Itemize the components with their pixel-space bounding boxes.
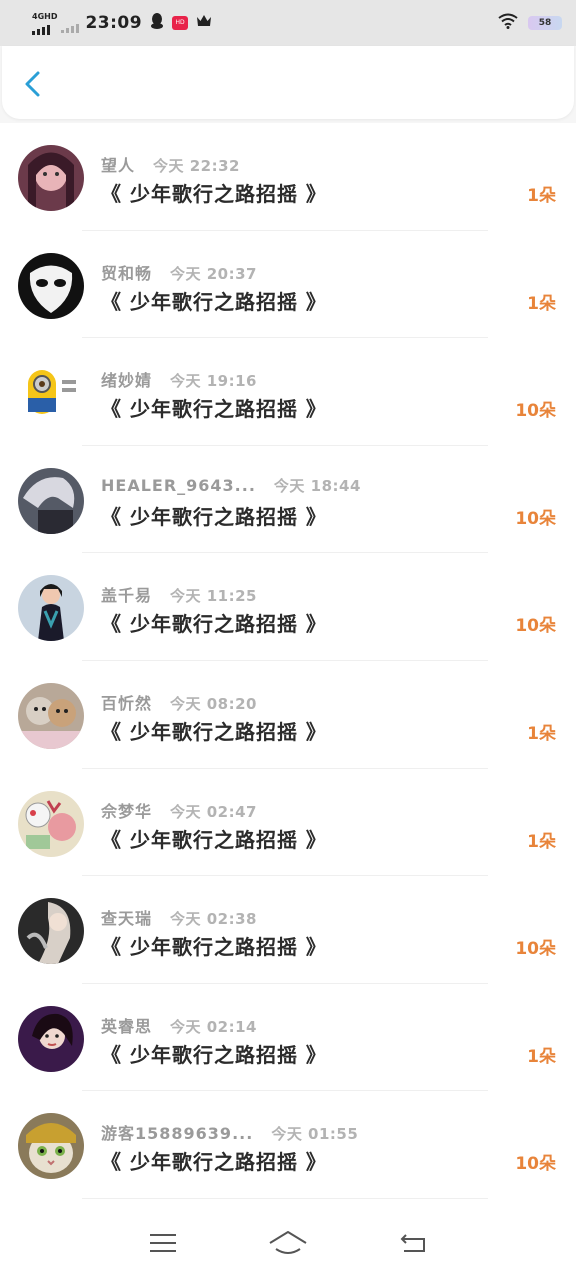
gift-count: 1朵: [527, 186, 556, 206]
back-button[interactable]: [20, 70, 48, 98]
system-nav-bar: [0, 1205, 576, 1280]
gift-count: 10朵: [515, 939, 556, 960]
list-item[interactable]: 游客15889639... 今天 01:55 《 少年歌行之路招摇 》 10朵: [0, 1091, 576, 1199]
page: 4GHD 23:09 HD 58 望人 今天 22:32 《 少年歌行之路招摇 …: [0, 0, 576, 1280]
song-title: 《 少年歌行之路招摇 》: [101, 504, 327, 529]
record-time: 今天 20:37: [170, 264, 257, 283]
avatar[interactable]: [18, 252, 84, 319]
gift-count: 10朵: [515, 508, 556, 529]
song-title: 《 少年歌行之路招摇 》: [101, 397, 327, 422]
record-time: 今天 02:14: [170, 1017, 257, 1036]
user-name[interactable]: 望人: [101, 152, 135, 176]
record-time: 今天 19:16: [170, 372, 257, 391]
wifi-icon: [498, 13, 518, 33]
gift-count: 1朵: [527, 723, 556, 744]
gift-count: 10朵: [515, 616, 556, 637]
record-time: 今天 02:47: [170, 802, 257, 821]
signal-icon: [32, 23, 50, 35]
user-name[interactable]: 绪妙婧: [101, 367, 152, 391]
home-icon: [269, 1230, 307, 1254]
record-time: 今天 11:25: [170, 587, 257, 606]
gift-count: 1朵: [527, 293, 556, 314]
gift-count: 10朵: [515, 1154, 556, 1175]
menu-button[interactable]: [143, 1228, 183, 1258]
song-title: 《 少年歌行之路招摇 》: [101, 182, 327, 206]
return-button[interactable]: [393, 1228, 433, 1258]
home-button[interactable]: [268, 1228, 308, 1258]
status-time: 23:09: [85, 13, 143, 33]
gift-count: 1朵: [527, 831, 556, 852]
user-name[interactable]: 英睿思: [101, 1013, 152, 1037]
record-meta: 绪妙婧 今天 19:16: [101, 367, 257, 391]
list-item[interactable]: 盖千易 今天 11:25 《 少年歌行之路招摇 》 10朵: [0, 553, 576, 661]
avatar[interactable]: [18, 1113, 84, 1180]
record-time: 今天 01:55: [271, 1125, 359, 1144]
record-meta: 查天瑞 今天 02:38: [101, 905, 257, 929]
list-item[interactable]: 贸和畅 今天 20:37 《 少年歌行之路招摇 》 1朵: [0, 231, 576, 339]
user-name[interactable]: 百忻然: [101, 690, 152, 714]
network-indicator: 4GHD: [32, 12, 57, 35]
song-title: 《 少年歌行之路招摇 》: [101, 612, 327, 637]
crown-icon: [196, 14, 212, 32]
record-meta: 佘梦华 今天 02:47: [101, 798, 257, 822]
menu-icon: [149, 1233, 176, 1252]
record-time: 今天 22:32: [153, 157, 240, 175]
avatar[interactable]: [18, 898, 84, 965]
avatar[interactable]: [18, 575, 84, 642]
list-item[interactable]: 佘梦华 今天 02:47 《 少年歌行之路招摇 》 1朵: [0, 769, 576, 877]
record-meta: 贸和畅 今天 20:37: [101, 260, 257, 284]
return-icon: [400, 1233, 426, 1252]
song-title: 《 少年歌行之路招摇 》: [101, 1150, 327, 1175]
avatar[interactable]: [18, 467, 84, 534]
status-right: 58: [498, 13, 562, 33]
network-type: 4GHD: [32, 11, 58, 21]
list-item[interactable]: 望人 今天 22:32 《 少年歌行之路招摇 》 1朵: [0, 123, 576, 231]
list-item[interactable]: 绪妙婧 今天 19:16 《 少年歌行之路招摇 》 10朵: [0, 338, 576, 446]
list-item[interactable]: 查天瑞 今天 02:38 《 少年歌行之路招摇 》 10朵: [0, 876, 576, 984]
user-name[interactable]: 佘梦华: [101, 798, 152, 822]
header: [2, 46, 574, 119]
avatar[interactable]: [18, 682, 84, 749]
app-badge-icon: HD: [172, 16, 189, 30]
song-title: 《 少年歌行之路招摇 》: [101, 719, 327, 744]
chevron-left-icon: [25, 71, 40, 97]
status-bar: 4GHD 23:09 HD 58: [0, 0, 576, 46]
user-name[interactable]: 游客15889639...: [101, 1120, 253, 1144]
gift-count: 1朵: [527, 1046, 556, 1067]
list-item[interactable]: HEALER_9643... 今天 18:44 《 少年歌行之路招摇 》 10朵: [0, 446, 576, 554]
user-name[interactable]: HEALER_9643...: [101, 476, 256, 495]
record-meta: 望人 今天 22:32: [101, 152, 240, 176]
record-meta: 英睿思 今天 02:14: [101, 1013, 257, 1037]
record-time: 今天 18:44: [273, 476, 361, 495]
signal-2-icon: [61, 21, 80, 33]
list-item[interactable]: 百忻然 今天 08:20 《 少年歌行之路招摇 》 1朵: [0, 661, 576, 769]
song-title: 《 少年歌行之路招摇 》: [101, 935, 327, 960]
song-title: 《 少年歌行之路招摇 》: [101, 827, 327, 852]
song-title: 《 少年歌行之路招摇 》: [101, 289, 327, 314]
record-meta: 游客15889639... 今天 01:55: [101, 1120, 358, 1144]
user-name[interactable]: 贸和畅: [101, 260, 152, 284]
qq-icon: [150, 13, 164, 33]
avatar[interactable]: [18, 1005, 84, 1072]
record-time: 今天 02:38: [170, 910, 257, 929]
gift-count: 10朵: [515, 401, 556, 422]
divider: [82, 1197, 488, 1199]
user-name[interactable]: 盖千易: [101, 582, 152, 606]
avatar[interactable]: [18, 790, 84, 857]
record-meta: 百忻然 今天 08:20: [101, 690, 257, 714]
battery-icon: 58: [528, 16, 562, 30]
song-title: 《 少年歌行之路招摇 》: [101, 1042, 327, 1067]
record-meta: 盖千易 今天 11:25: [101, 582, 257, 606]
record-meta: HEALER_9643... 今天 18:44: [101, 475, 361, 496]
record-time: 今天 08:20: [170, 694, 257, 713]
avatar[interactable]: [18, 145, 84, 211]
gift-record-list: 望人 今天 22:32 《 少年歌行之路招摇 》 1朵 贸和畅 今天 20:37…: [0, 123, 576, 1205]
list-item[interactable]: 英睿思 今天 02:14 《 少年歌行之路招摇 》 1朵: [0, 984, 576, 1092]
avatar[interactable]: [18, 360, 84, 427]
user-name[interactable]: 查天瑞: [101, 905, 152, 929]
